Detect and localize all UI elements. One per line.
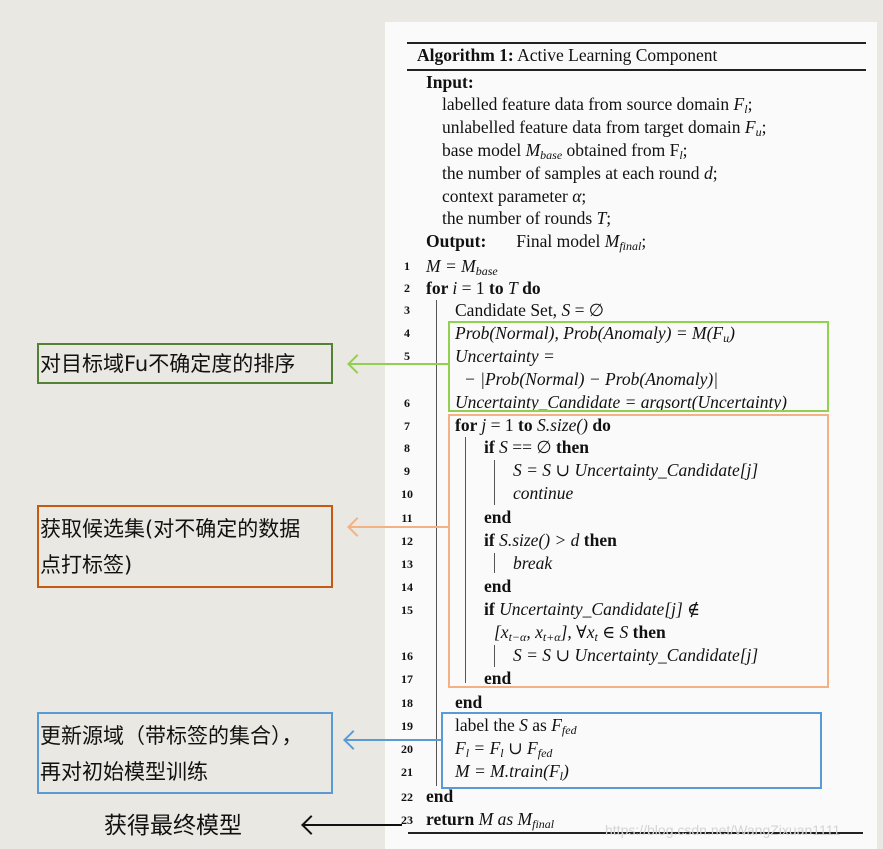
arrow-head-icon bbox=[347, 354, 367, 374]
note-orange-line2: 点打标签) bbox=[40, 553, 133, 577]
line-number: 10 bbox=[401, 487, 413, 501]
line-number: 16 bbox=[401, 649, 413, 663]
line-number: 20 bbox=[401, 742, 413, 756]
input-item: context parameter α; bbox=[442, 186, 587, 206]
input-label: Input: bbox=[426, 72, 474, 92]
output-line: Output: Final model Mfinal; bbox=[426, 231, 647, 253]
line-number: 23 bbox=[401, 813, 413, 827]
line-number: 7 bbox=[404, 419, 410, 433]
line-number: 13 bbox=[401, 557, 413, 571]
line-number: 17 bbox=[401, 672, 413, 686]
for-i-block-line bbox=[436, 300, 437, 786]
algorithm-name: Active Learning Component bbox=[517, 45, 718, 65]
title-rule bbox=[407, 69, 866, 71]
note-blue-line1: 更新源域（带标签的集合）， bbox=[40, 724, 303, 748]
algorithm-number: Algorithm 1: bbox=[417, 45, 514, 65]
note-blue-line2: 再对初始模型训练 bbox=[40, 760, 208, 784]
note-final: 获得最终模型 bbox=[104, 813, 242, 839]
line-number: 3 bbox=[404, 303, 410, 317]
green-highlight-frame bbox=[448, 321, 829, 412]
line-number: 12 bbox=[401, 534, 413, 548]
line-number: 2 bbox=[404, 281, 410, 295]
note-blue: 更新源域（带标签的集合）， 再对初始模型训练 bbox=[37, 712, 333, 794]
input-item: base model Mbase obtained from Fl; bbox=[442, 140, 688, 162]
algorithm-title: Algorithm 1: Active Learning Component bbox=[417, 45, 717, 65]
note-green-text: 对目标域Fu不确定度的排序 bbox=[40, 352, 296, 376]
note-orange: 获取候选集(对不确定的数据 点打标签) bbox=[37, 505, 333, 588]
code-line-2: for i = 1 to T do bbox=[426, 278, 541, 298]
input-item: unlabelled feature data from target doma… bbox=[442, 117, 767, 139]
code-line-23: return M as Mfinal bbox=[426, 809, 555, 831]
code-line-1: M = Mbase bbox=[426, 256, 498, 278]
arrow-head-icon bbox=[347, 517, 367, 537]
input-item: labelled feature data from source domain… bbox=[442, 94, 753, 116]
input-item: the number of samples at each round d; bbox=[442, 163, 718, 183]
line-number: 6 bbox=[404, 396, 410, 410]
line-number: 19 bbox=[401, 719, 413, 733]
orange-highlight-frame bbox=[448, 414, 829, 688]
code-line-22: end bbox=[426, 786, 454, 806]
input-item: the number of rounds T; bbox=[442, 208, 612, 228]
line-number: 9 bbox=[404, 464, 410, 478]
line-number: 15 bbox=[401, 603, 413, 617]
note-orange-line1: 获取候选集(对不确定的数据 bbox=[40, 517, 301, 541]
line-number: 18 bbox=[401, 696, 413, 710]
top-rule bbox=[407, 42, 866, 44]
blue-highlight-frame bbox=[441, 712, 822, 789]
code-line-3: Candidate Set, S = ∅ bbox=[455, 300, 605, 320]
note-green: 对目标域Fu不确定度的排序 bbox=[37, 343, 333, 384]
watermark: https://blog.csdn.net/WangZixuan1111 bbox=[605, 822, 841, 838]
line-number: 14 bbox=[401, 580, 413, 594]
line-number: 11 bbox=[401, 511, 413, 525]
arrow-head-icon bbox=[343, 730, 363, 750]
line-number: 21 bbox=[401, 765, 413, 779]
line-number: 22 bbox=[401, 790, 413, 804]
line-number: 1 bbox=[404, 259, 410, 273]
arrow-head-icon bbox=[301, 815, 321, 835]
code-line-18: end bbox=[455, 692, 483, 712]
line-number: 8 bbox=[404, 441, 410, 455]
line-number: 4 bbox=[404, 326, 410, 340]
